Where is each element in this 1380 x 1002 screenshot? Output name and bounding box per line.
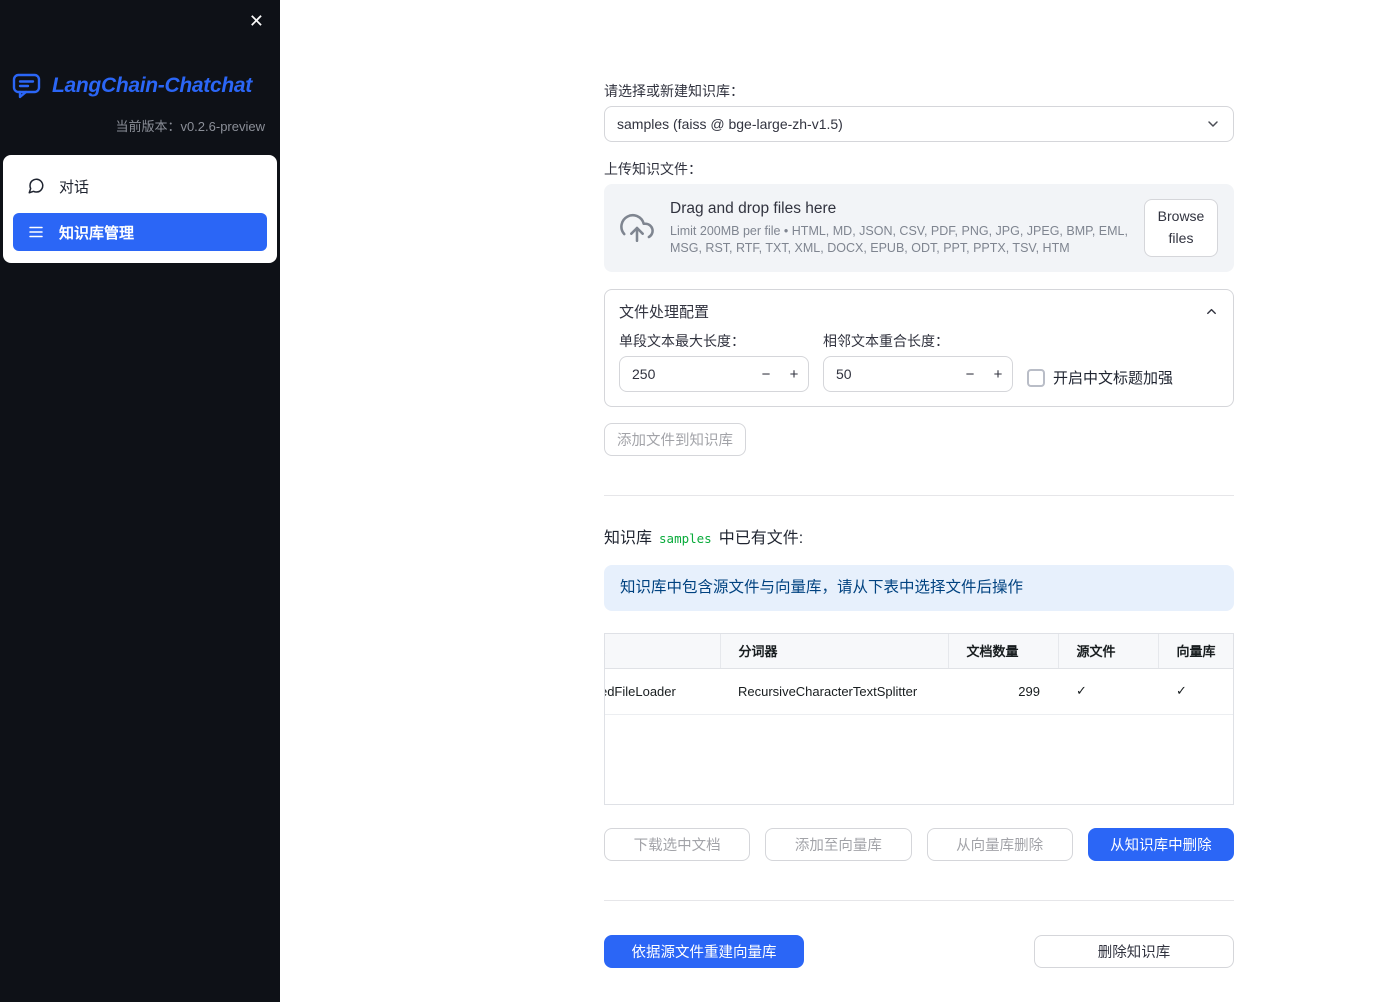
cell-source-check: ✓: [1058, 668, 1158, 715]
chevron-up-icon: [1204, 304, 1219, 319]
chunk-size-input[interactable]: 250 − +: [619, 356, 809, 392]
dropzone-limit-text: Limit 200MB per file • HTML, MD, JSON, C…: [670, 224, 1128, 255]
table-header-row: 文档加载器 分词器 文档数量 源文件 向量库: [605, 634, 1233, 669]
dropzone-title: Drag and drop files here: [670, 200, 837, 217]
cell-splitter: RecursiveCharacterTextSplitter: [720, 668, 948, 715]
sidebar-item-label: 知识库管理: [59, 224, 135, 242]
info-box: 知识库中包含源文件与向量库，请从下表中选择文件后操作: [604, 565, 1234, 611]
kb-select-label: 请选择或新建知识库：: [604, 83, 744, 99]
dropzone-texts: Drag and drop files here Limit 200MB per…: [670, 200, 1128, 256]
col-header-source[interactable]: 源文件: [1058, 634, 1159, 669]
chunk-size-label: 单段文本最大长度：: [619, 333, 745, 349]
checkbox-box: [1027, 368, 1045, 387]
files-heading-suffix: 中已有文件:: [718, 530, 804, 547]
file-config-expander: 文件处理配置 单段文本最大长度： 250 − + 相邻文本重合长度： 50 − …: [604, 289, 1234, 407]
kb-name-code: samples: [659, 531, 712, 546]
logo-text: LangChain-Chatchat: [52, 74, 252, 97]
col-header-loader[interactable]: 文档加载器: [605, 634, 721, 669]
app-logo: LangChain-Chatchat: [0, 72, 280, 100]
cell-docs: 299: [948, 668, 1058, 715]
files-heading-prefix: 知识库: [604, 530, 653, 547]
minus-button[interactable]: −: [956, 357, 984, 391]
knowledge-base-icon: [27, 223, 45, 241]
delete-kb-button[interactable]: 删除知识库: [1034, 935, 1234, 968]
footer-actions: 依据源文件重建向量库 删除知识库: [604, 935, 1234, 968]
chevron-down-icon: [1205, 116, 1221, 132]
delete-from-kb-button[interactable]: 从知识库中删除: [1087, 828, 1234, 861]
file-config-expander-header[interactable]: 文件处理配置: [605, 290, 1233, 331]
overlap-size-input[interactable]: 50 − +: [823, 356, 1013, 392]
add-to-vector-button[interactable]: 添加至向量库: [765, 828, 912, 861]
kb-select-value: samples (faiss @ bge-large-zh-v1.5): [617, 116, 843, 132]
overlap-size-value: 50: [836, 366, 852, 382]
version-text: 当前版本：v0.2.6-preview: [115, 119, 265, 134]
chunk-size-value: 250: [632, 366, 656, 382]
table-actions: 下载选中文档 添加至向量库 从向量库删除 从知识库中删除: [604, 828, 1234, 861]
chat-logo-icon: [12, 72, 44, 100]
rebuild-vector-store-button[interactable]: 依据源文件重建向量库: [604, 935, 804, 968]
download-selected-button[interactable]: 下载选中文档: [604, 828, 751, 861]
plus-button[interactable]: +: [984, 357, 1012, 391]
checkbox-label: 开启中文标题加强: [1053, 370, 1174, 387]
main-area: 请选择或新建知识库： samples (faiss @ bge-large-zh…: [280, 0, 1380, 1002]
kb-select[interactable]: samples (faiss @ bge-large-zh-v1.5): [604, 106, 1234, 142]
file-dropzone[interactable]: Drag and drop files here Limit 200MB per…: [604, 184, 1234, 272]
sidebar-item-label: 对话: [59, 178, 90, 196]
sidebar-item-knowledge-base[interactable]: 知识库管理: [13, 213, 267, 251]
sidebar-close-button[interactable]: ✕: [243, 6, 270, 36]
sidebar-menu: 对话 知识库管理: [3, 155, 277, 263]
table-row[interactable]: UnstructuredFileLoader RecursiveCharacte…: [605, 668, 1233, 715]
sidebar: ✕ LangChain-Chatchat 当前版本：v0.2.6-preview: [0, 0, 280, 1002]
divider: [604, 495, 1234, 496]
col-header-docs[interactable]: 文档数量: [948, 634, 1059, 669]
sidebar-item-chat[interactable]: 对话: [13, 167, 267, 205]
close-icon: ✕: [248, 11, 264, 31]
minus-button[interactable]: −: [752, 357, 780, 391]
col-header-vector[interactable]: 向量库: [1158, 634, 1233, 669]
upload-cloud-icon: [620, 211, 654, 245]
chat-bubble-icon: [27, 177, 45, 195]
info-text: 知识库中包含源文件与向量库，请从下表中选择文件后操作: [620, 579, 1024, 596]
files-heading: 知识库 samples 中已有文件:: [604, 529, 1234, 549]
files-table: 文档加载器 分词器 文档数量 源文件 向量库 UnstructuredFileL…: [604, 633, 1234, 805]
browse-files-button[interactable]: Browse files: [1144, 199, 1218, 257]
col-header-splitter[interactable]: 分词器: [720, 634, 949, 669]
add-files-to-kb-button[interactable]: 添加文件到知识库: [604, 423, 746, 456]
expander-body: 单段文本最大长度： 250 − + 相邻文本重合长度： 50 − + 开启中文标…: [605, 331, 1233, 406]
cell-vector-check: ✓: [1158, 668, 1233, 715]
overlap-size-label: 相邻文本重合长度：: [823, 333, 949, 349]
expander-title: 文件处理配置: [619, 304, 710, 321]
delete-from-vector-button[interactable]: 从向量库删除: [926, 828, 1073, 861]
plus-button[interactable]: +: [780, 357, 808, 391]
content-column: 请选择或新建知识库： samples (faiss @ bge-large-zh…: [604, 0, 1234, 968]
cell-loader: UnstructuredFileLoader: [605, 668, 720, 715]
divider: [604, 900, 1234, 901]
zh-title-enhance-checkbox[interactable]: 开启中文标题加强: [1027, 367, 1173, 388]
upload-label: 上传知识文件：: [604, 161, 702, 177]
